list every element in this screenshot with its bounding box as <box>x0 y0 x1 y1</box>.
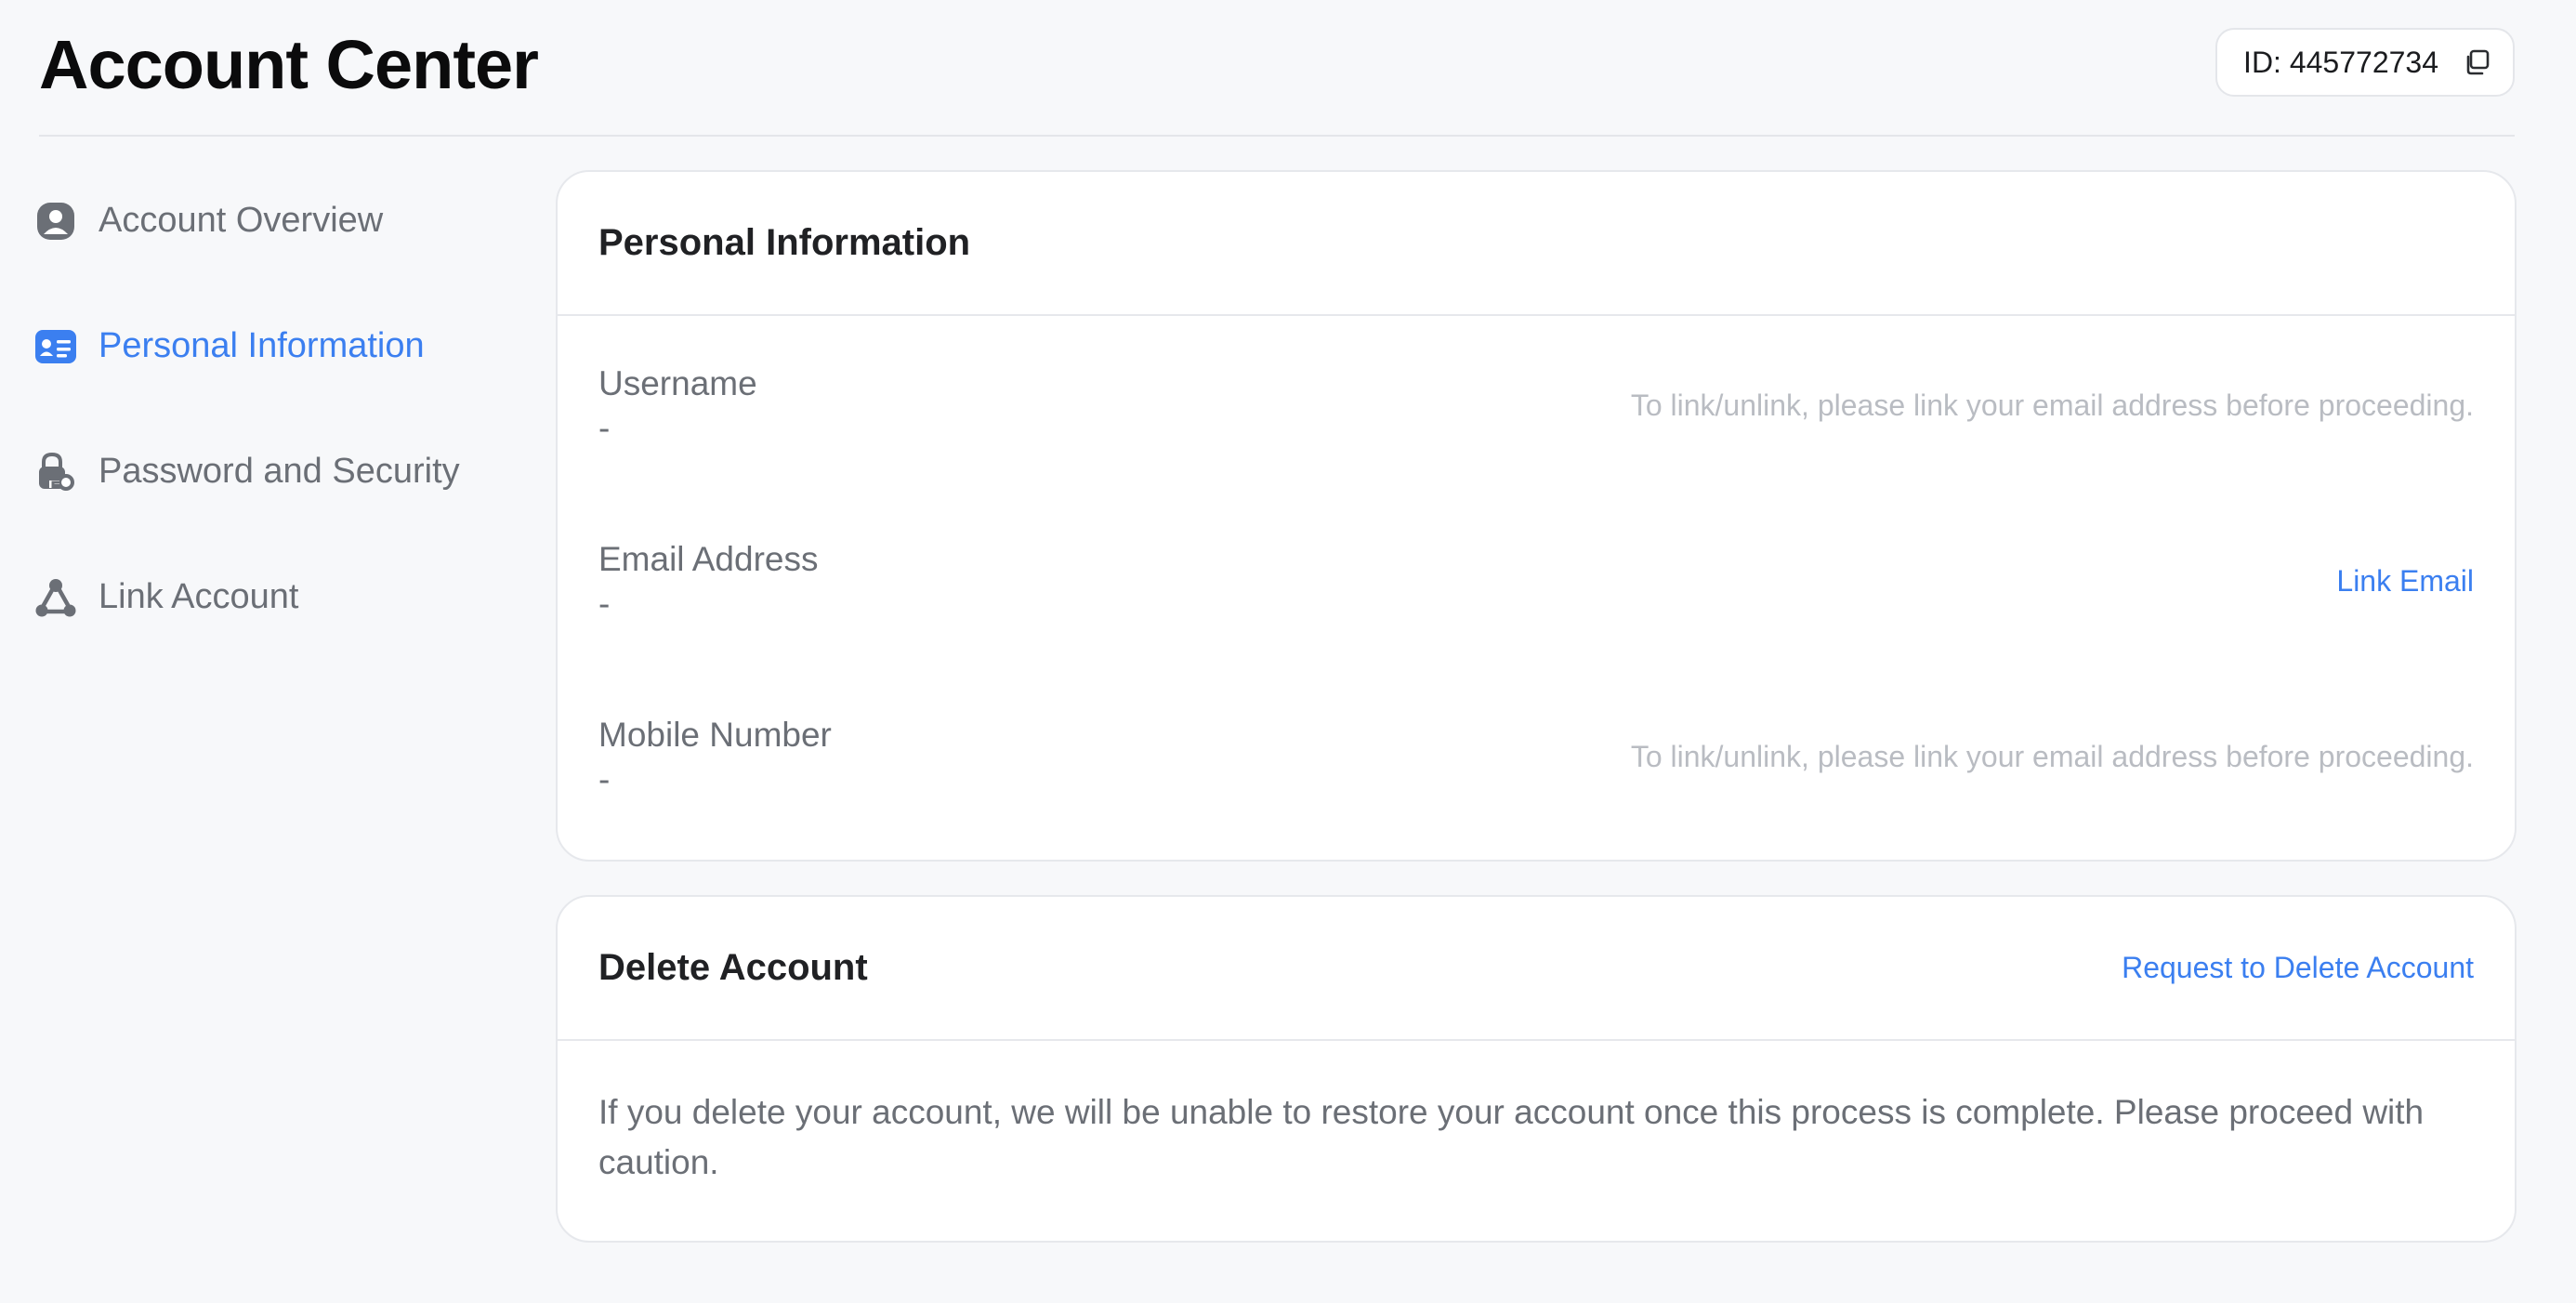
sidebar-item-account-overview[interactable]: Account Overview <box>33 158 517 283</box>
id-card-icon <box>33 324 78 369</box>
mobile-row: Mobile Number - To link/unlink, please l… <box>558 667 2515 843</box>
sidebar-item-password-security[interactable]: Password and Security <box>33 409 517 534</box>
username-value: - <box>598 409 611 447</box>
sidebar-item-label: Account Overview <box>99 201 384 240</box>
username-hint: To link/unlink, please link your email a… <box>1630 388 2474 422</box>
card-title: Personal Information <box>598 222 971 263</box>
username-row: Username - To link/unlink, please link y… <box>558 316 2515 492</box>
link-account-icon <box>33 575 78 620</box>
sidebar-item-personal-information[interactable]: Personal Information <box>33 283 517 409</box>
personal-information-header: Personal Information <box>558 172 2515 316</box>
sidebar-item-label: Link Account <box>99 577 299 616</box>
account-id-text: ID: 445772734 <box>2243 45 2438 79</box>
lock-key-icon <box>33 450 78 494</box>
sidebar-item-label: Personal Information <box>99 326 425 365</box>
email-row: Email Address - Link Email <box>558 492 2515 667</box>
email-label: Email Address <box>598 540 819 578</box>
delete-account-header: Delete Account Request to Delete Account <box>558 897 2515 1041</box>
personal-information-card: Personal Information Username - To link/… <box>556 170 2517 862</box>
page-header: Account Center ID: 445772734 <box>39 0 2515 137</box>
page-title: Account Center <box>39 26 539 103</box>
username-label: Username <box>598 364 757 402</box>
copy-icon[interactable] <box>2463 48 2491 76</box>
card-title: Delete Account <box>598 947 868 988</box>
sidebar-item-label: Password and Security <box>99 452 460 491</box>
sidebar-nav: Account Overview Personal Information Pa… <box>33 158 517 660</box>
user-circle-icon <box>33 199 78 243</box>
mobile-label: Mobile Number <box>598 716 832 754</box>
request-delete-account-button[interactable]: Request to Delete Account <box>2122 951 2474 985</box>
delete-account-description: If you delete your account, we will be u… <box>598 1093 2425 1181</box>
delete-account-card: Delete Account Request to Delete Account… <box>556 895 2517 1243</box>
email-value: - <box>598 585 611 623</box>
mobile-value: - <box>598 760 611 798</box>
link-email-button[interactable]: Link Email <box>2336 564 2474 599</box>
mobile-hint: To link/unlink, please link your email a… <box>1630 740 2474 773</box>
sidebar-item-link-account[interactable]: Link Account <box>33 534 517 660</box>
account-id-chip: ID: 445772734 <box>2215 28 2515 97</box>
